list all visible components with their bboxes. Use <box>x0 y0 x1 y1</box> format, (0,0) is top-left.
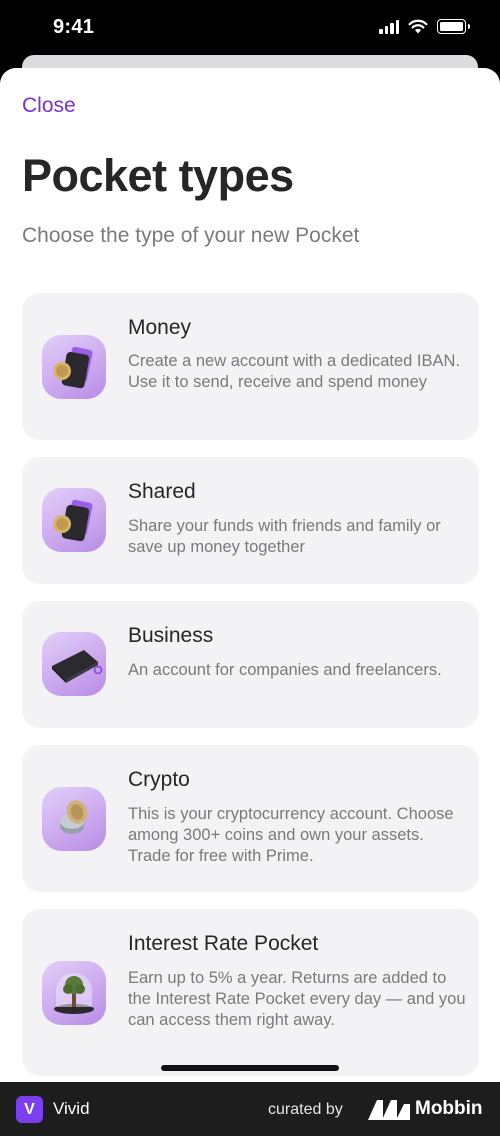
pocket-type-description: This is your cryptocurrency account. Cho… <box>128 805 454 865</box>
briefcase-icon <box>42 632 106 696</box>
pocket-type-title: Crypto <box>128 768 190 791</box>
wifi-icon <box>408 19 428 34</box>
pocket-type-description: Create a new account with a dedicated IB… <box>128 352 461 391</box>
pocket-type-business[interactable]: Business An account for companies and fr… <box>22 601 479 728</box>
crypto-coin-icon <box>42 787 106 851</box>
tree-dome-icon <box>42 961 106 1025</box>
pocket-type-interest-rate[interactable]: Interest Rate Pocket Earn up to 5% a yea… <box>22 909 479 1076</box>
pocket-type-title: Interest Rate Pocket <box>128 932 319 955</box>
pocket-type-title: Business <box>128 624 214 647</box>
pocket-type-description: Earn up to 5% a year. Returns are added … <box>128 969 466 1029</box>
card-coin-icon <box>42 335 106 399</box>
pocket-type-list: Money Create a new account with a dedica… <box>22 293 479 1082</box>
status-icons <box>379 19 470 34</box>
app-name: Vivid <box>53 1099 90 1118</box>
vivid-logo: V <box>16 1096 43 1123</box>
pocket-type-description: Share your funds with friends and family… <box>128 517 441 556</box>
mobbin-logo-icon <box>368 1100 410 1120</box>
home-indicator <box>161 1065 339 1071</box>
mobbin-brand: Mobbin <box>415 1098 483 1119</box>
status-time: 9:41 <box>53 16 95 38</box>
pocket-type-crypto[interactable]: Crypto This is your cryptocurrency accou… <box>22 745 479 892</box>
pocket-type-title: Money <box>128 316 192 339</box>
pocket-type-description: An account for companies and freelancers… <box>128 661 442 679</box>
page-title: Pocket types <box>22 150 294 201</box>
footer-bar: V Vivid curated by Mobbin <box>0 1082 500 1136</box>
close-button[interactable]: Close <box>22 94 76 118</box>
pocket-type-title: Shared <box>128 480 196 503</box>
status-bar: 9:41 <box>0 0 500 56</box>
battery-icon <box>437 19 470 34</box>
page-subtitle: Choose the type of your new Pocket <box>22 224 360 247</box>
curated-by-label: curated by <box>268 1101 343 1118</box>
pocket-types-sheet: Close Pocket types Choose the type of yo… <box>0 68 500 1082</box>
card-coin-icon <box>42 488 106 552</box>
cellular-signal-icon <box>379 19 399 34</box>
pocket-type-shared[interactable]: Shared Share your funds with friends and… <box>22 457 479 584</box>
pocket-type-money[interactable]: Money Create a new account with a dedica… <box>22 293 479 440</box>
